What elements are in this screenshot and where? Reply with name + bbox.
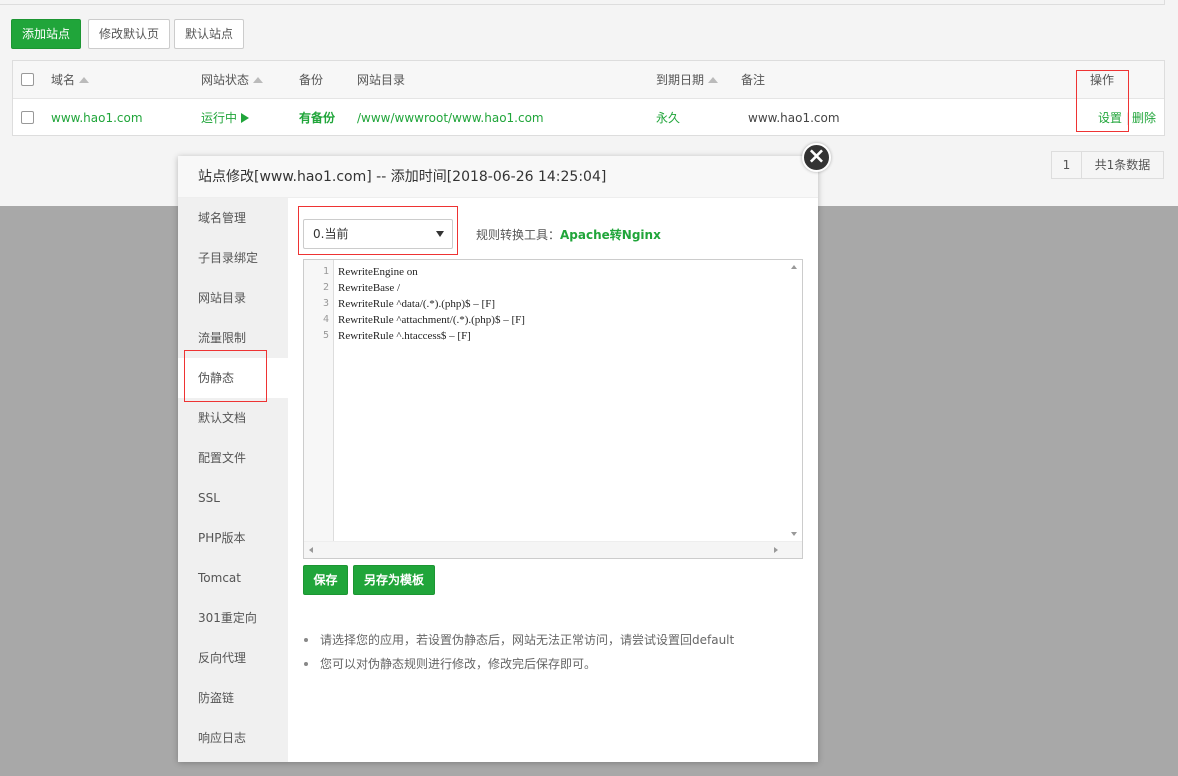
sidebar-item-tomcat[interactable]: Tomcat (178, 558, 288, 598)
horizontal-scrollbar[interactable] (304, 541, 802, 558)
row-backup-link[interactable]: 有备份 (299, 99, 335, 137)
select-all-checkbox[interactable] (21, 73, 34, 86)
top-divider (0, 0, 1165, 5)
highlight-box-select (298, 206, 458, 255)
close-icon[interactable]: × (802, 143, 831, 172)
sidebar-item-php-version[interactable]: PHP版本 (178, 518, 288, 558)
table-header: 域名 网站状态 备份 网站目录 到期日期 备注 操作 (13, 61, 1164, 99)
code-line[interactable]: RewriteEngine on (338, 264, 418, 280)
row-delete-link[interactable]: 删除 (1132, 99, 1156, 137)
modal-sidebar: 域名管理 子目录绑定 网站目录 流量限制 伪静态 默认文档 配置文件 SSL P… (178, 198, 288, 762)
sidebar-item-default-doc[interactable]: 默认文档 (178, 398, 288, 438)
edit-default-page-button[interactable]: 修改默认页 (88, 19, 170, 49)
sidebar-item-site-dir[interactable]: 网站目录 (178, 278, 288, 318)
save-button[interactable]: 保存 (303, 565, 348, 595)
sidebar-item-config[interactable]: 配置文件 (178, 438, 288, 478)
line-number: 4 (322, 314, 329, 325)
pager-page-1[interactable]: 1 (1051, 151, 1082, 179)
sort-icon (708, 77, 719, 83)
col-domain-header[interactable]: 域名 (51, 61, 90, 99)
line-number: 3 (322, 298, 329, 309)
site-table: 域名 网站状态 备份 网站目录 到期日期 备注 操作 www.hao1.com … (12, 60, 1165, 136)
sort-icon (79, 77, 90, 83)
line-number-gutter: 1 2 3 4 5 (304, 260, 334, 541)
col-expire-header[interactable]: 到期日期 (656, 61, 719, 99)
scroll-up-icon[interactable] (791, 265, 797, 269)
sidebar-item-domain[interactable]: 域名管理 (178, 198, 288, 238)
sidebar-item-hotlink[interactable]: 防盗链 (178, 678, 288, 718)
row-domain-link[interactable]: www.hao1.com (51, 99, 143, 137)
apache-to-nginx-link[interactable]: Apache转Nginx (560, 228, 661, 242)
highlight-box-rewrite (184, 350, 267, 402)
row-dir-link[interactable]: /www/wwwroot/www.hao1.com (357, 99, 544, 137)
modal-title: 站点修改[www.hao1.com] -- 添加时间[2018-06-26 14… (178, 156, 818, 198)
row-expire[interactable]: 永久 (656, 99, 680, 137)
sidebar-item-reverse-proxy[interactable]: 反向代理 (178, 638, 288, 678)
vertical-scrollbar[interactable] (787, 260, 802, 541)
add-site-button[interactable]: 添加站点 (11, 19, 81, 49)
rewrite-code-editor[interactable]: 1 2 3 4 5 RewriteEngine on RewriteBase /… (303, 259, 803, 559)
convert-tool: 规则转换工具：Apache转Nginx (476, 228, 661, 242)
col-remark-header: 备注 (741, 73, 766, 87)
sidebar-item-ssl[interactable]: SSL (178, 478, 288, 518)
pager-total: 共1条数据 (1081, 151, 1164, 179)
line-number: 1 (322, 266, 329, 277)
code-line[interactable]: RewriteBase / (338, 280, 400, 296)
col-dir-header: 网站目录 (357, 73, 406, 87)
sort-icon (253, 77, 264, 83)
col-status-header[interactable]: 网站状态 (201, 61, 264, 99)
scroll-left-icon[interactable] (309, 547, 313, 553)
code-line[interactable]: RewriteRule ^data/(.*).(php)$ – [F] (338, 296, 495, 312)
col-backup-header: 备份 (299, 73, 324, 87)
row-remark[interactable]: www.hao1.com (748, 99, 840, 137)
code-line[interactable]: RewriteRule ^.htaccess$ – [F] (338, 328, 471, 344)
highlight-box-actions (1076, 70, 1129, 132)
code-line[interactable]: RewriteRule ^attachment/(.*).(php)$ – [F… (338, 312, 525, 328)
line-number: 5 (322, 330, 329, 341)
default-site-button[interactable]: 默认站点 (174, 19, 244, 49)
line-number: 2 (322, 282, 329, 293)
tip-item: 请选择您的应用，若设置伪静态后，网站无法正常访问，请尝试设置回default (303, 628, 734, 652)
scroll-down-icon[interactable] (791, 532, 797, 536)
scroll-right-icon[interactable] (774, 547, 778, 553)
row-checkbox[interactable] (21, 111, 34, 124)
table-row: www.hao1.com 运行中 有备份 /www/wwwroot/www.ha… (13, 99, 1164, 137)
tip-item: 您可以对伪静态规则进行修改，修改完后保存即可。 (303, 652, 734, 676)
sidebar-item-subdir[interactable]: 子目录绑定 (178, 238, 288, 278)
play-icon (241, 113, 250, 123)
save-as-template-button[interactable]: 另存为模板 (353, 565, 435, 595)
help-tips: 请选择您的应用，若设置伪静态后，网站无法正常访问，请尝试设置回default 您… (303, 628, 734, 676)
sidebar-item-redirect[interactable]: 301重定向 (178, 598, 288, 638)
sidebar-item-response-log[interactable]: 响应日志 (178, 718, 288, 758)
row-status[interactable]: 运行中 (201, 99, 250, 137)
